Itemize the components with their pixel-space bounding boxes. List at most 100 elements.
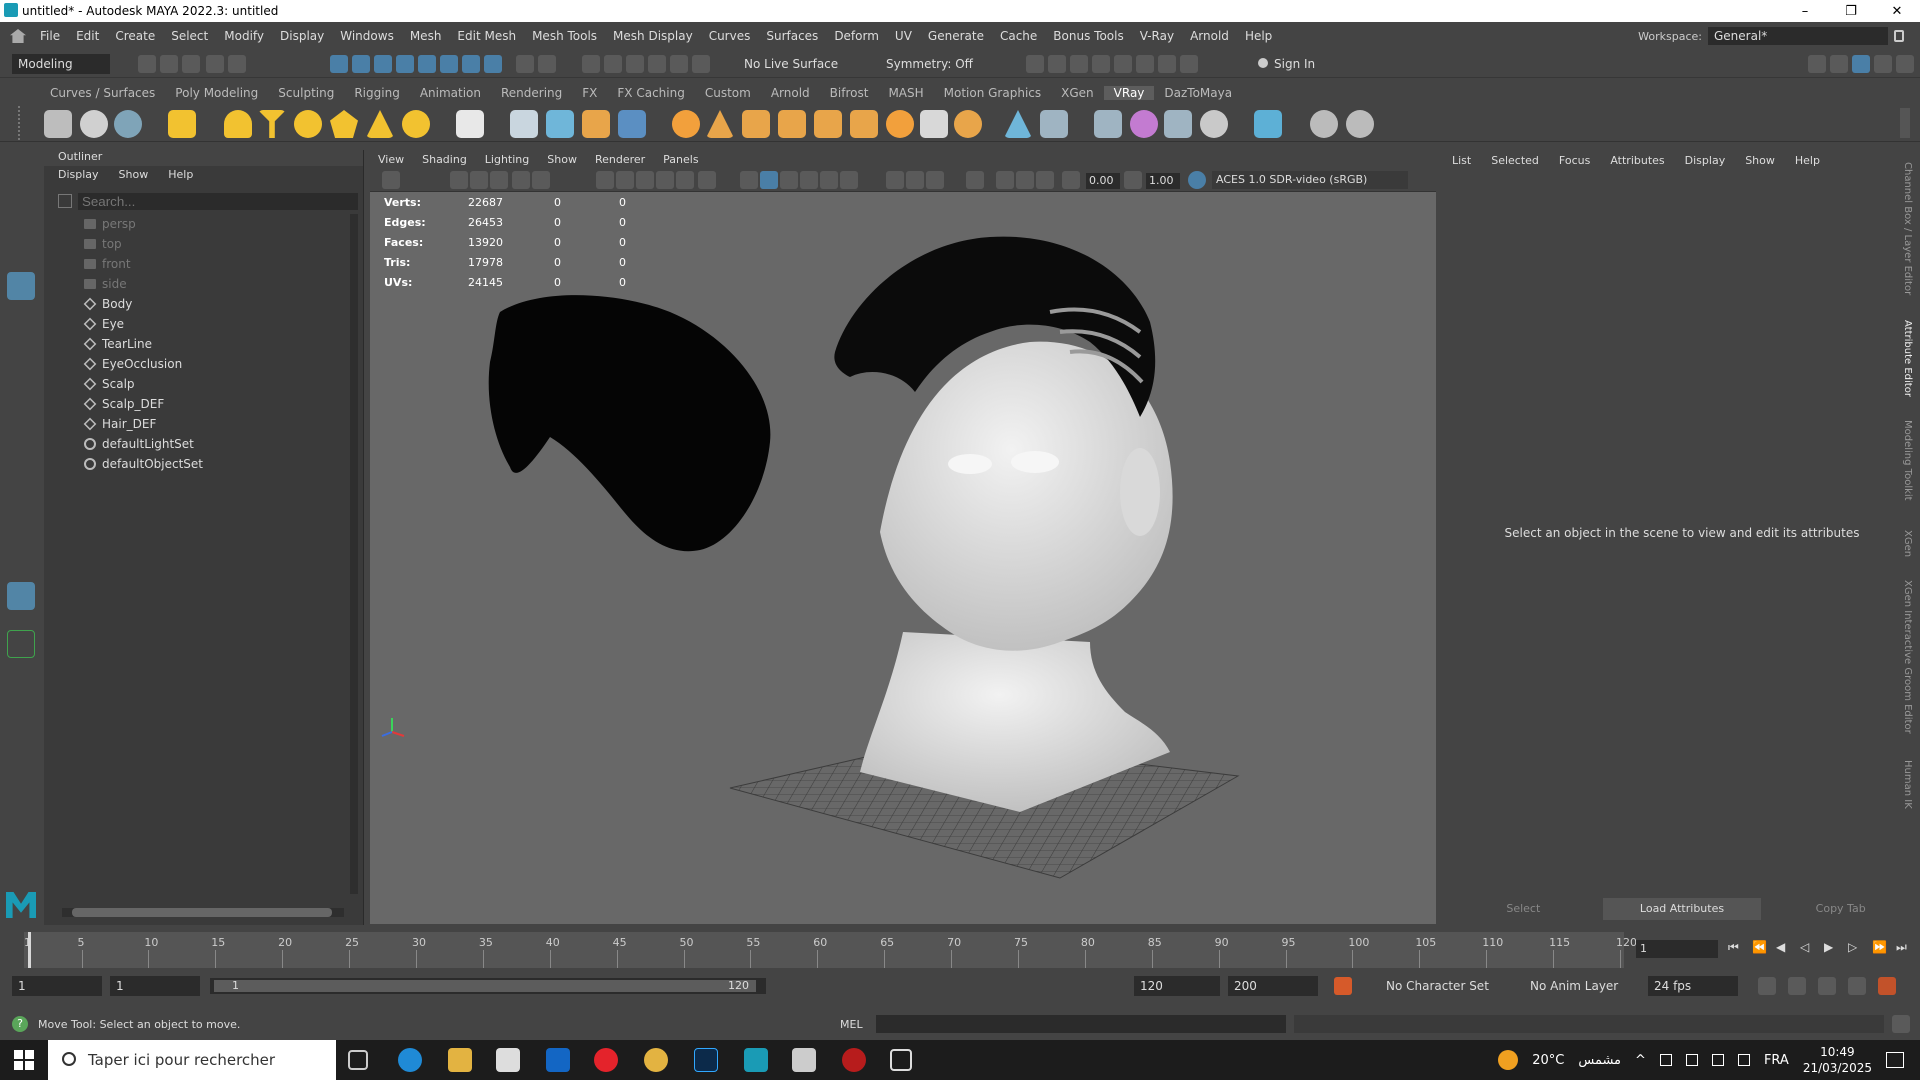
symmetry-field[interactable]: Symmetry: Off: [880, 54, 990, 74]
weather-condition[interactable]: مشمس: [1578, 1053, 1621, 1068]
shelf-tab-fx-caching[interactable]: FX Caching: [607, 86, 694, 100]
shelf-tab-arnold[interactable]: Arnold: [761, 86, 820, 100]
menu-mesh-tools[interactable]: Mesh Tools: [524, 29, 605, 43]
attr-menu-attributes[interactable]: Attributes: [1610, 154, 1664, 167]
vray-fur-grow-icon[interactable]: [742, 110, 770, 138]
save-scene-icon[interactable]: [182, 55, 200, 73]
shelf-tab-mash[interactable]: MASH: [878, 86, 933, 100]
load-attributes-button[interactable]: Load Attributes: [1602, 898, 1762, 920]
motion-blur-icon[interactable]: [906, 171, 924, 189]
vray-toon-icon[interactable]: [1200, 110, 1228, 138]
maximize-button[interactable]: ❐: [1828, 4, 1874, 19]
close-button[interactable]: ✕: [1874, 4, 1920, 19]
script-editor-icon[interactable]: [1892, 1015, 1910, 1033]
vray-dome-light-icon[interactable]: [224, 110, 252, 138]
weather-icon[interactable]: [1498, 1050, 1519, 1070]
use-all-lights-icon[interactable]: [820, 171, 838, 189]
volume-icon[interactable]: [1737, 1054, 1750, 1066]
vray-fur-icon[interactable]: [582, 110, 610, 138]
menu-create[interactable]: Create: [107, 29, 163, 43]
current-frame-indicator[interactable]: [28, 932, 31, 968]
tray-chevron-icon[interactable]: ^: [1635, 1053, 1646, 1068]
start-time-field[interactable]: 1: [12, 976, 102, 996]
gamma-icon[interactable]: [1124, 171, 1142, 189]
vray-sun-icon[interactable]: [402, 110, 430, 138]
vray-sky-icon[interactable]: [886, 110, 914, 138]
menu-deform[interactable]: Deform: [826, 29, 887, 43]
vray-render-icon[interactable]: [44, 110, 72, 138]
lasso-tool-icon[interactable]: [7, 200, 35, 228]
side-tab-attribute-editor[interactable]: Attribute Editor: [1902, 320, 1913, 397]
two-d-pan-icon[interactable]: [512, 171, 530, 189]
menu-uv[interactable]: UV: [887, 29, 920, 43]
attr-menu-focus[interactable]: Focus: [1559, 154, 1590, 167]
gamma-field[interactable]: 1.00: [1146, 173, 1180, 189]
outliner-item-defaultobjectset[interactable]: defaultObjectSet: [84, 454, 203, 474]
side-tab-modeling-toolkit[interactable]: Modeling Toolkit: [1902, 420, 1913, 501]
vray-clipper-icon[interactable]: [618, 110, 646, 138]
vray-material-icon[interactable]: [672, 110, 700, 138]
search-icon[interactable]: [7, 630, 35, 658]
render-view-icon[interactable]: [1026, 55, 1044, 73]
menu-arnold[interactable]: Arnold: [1182, 29, 1237, 43]
vray-multi-material-icon[interactable]: [1164, 110, 1192, 138]
anti-aliasing-icon[interactable]: [926, 171, 944, 189]
step-back-key-icon[interactable]: ⏪: [1752, 940, 1770, 958]
head-mesh[interactable]: [860, 341, 1173, 812]
xray-joints-icon[interactable]: [1016, 171, 1034, 189]
vray-displacement-icon[interactable]: [1040, 110, 1068, 138]
image-plane-icon[interactable]: [490, 171, 508, 189]
attr-menu-selected[interactable]: Selected: [1491, 154, 1539, 167]
character-set-dropdown[interactable]: No Character Set: [1380, 976, 1518, 996]
render-settings-icon[interactable]: [648, 55, 666, 73]
attr-menu-show[interactable]: Show: [1745, 154, 1775, 167]
safe-action-icon[interactable]: [698, 171, 716, 189]
outliner-item-defaultlightset[interactable]: defaultLightSet: [84, 434, 194, 454]
photoshop-icon[interactable]: [694, 1048, 718, 1072]
autodesk-access-icon[interactable]: [842, 1048, 866, 1072]
mel-label[interactable]: MEL: [840, 1018, 863, 1031]
vray-physical-camera-icon[interactable]: [1004, 110, 1032, 138]
menu-select[interactable]: Select: [163, 29, 216, 43]
select-by-component-icon[interactable]: [374, 55, 392, 73]
two-pane-icon[interactable]: [7, 544, 35, 572]
field-chart-icon[interactable]: [676, 171, 694, 189]
taskbar-search-box[interactable]: Taper ici pour rechercher: [48, 1040, 336, 1080]
workspace-dropdown[interactable]: General*: [1708, 27, 1888, 45]
menu-mesh[interactable]: Mesh: [402, 29, 450, 43]
shelf-tab-sculpting[interactable]: Sculpting: [268, 86, 344, 100]
show-render-settings-icon[interactable]: [1114, 55, 1132, 73]
grid-icon[interactable]: [596, 171, 614, 189]
time-slider-ruler[interactable]: 1510152025303540455055606570758085909510…: [24, 932, 1637, 968]
attr-menu-display[interactable]: Display: [1685, 154, 1726, 167]
select-by-hierarchy-icon[interactable]: [330, 55, 348, 73]
outliner-menu-help[interactable]: Help: [168, 168, 193, 184]
evaluation-icon[interactable]: [1878, 977, 1896, 995]
select-by-object-icon[interactable]: [352, 55, 370, 73]
vray-color-icon[interactable]: [1130, 110, 1158, 138]
outliner-item-persp[interactable]: persp: [84, 214, 136, 234]
vray-plane-icon[interactable]: [456, 110, 484, 138]
shelf-scroll-icon[interactable]: [1900, 108, 1910, 138]
vray-ipr-icon[interactable]: [80, 110, 108, 138]
pause-icon[interactable]: [1180, 55, 1198, 73]
shelf-tab-bifrost[interactable]: Bifrost: [820, 86, 879, 100]
edge-browser-icon[interactable]: [398, 1048, 422, 1072]
render-setup-icon[interactable]: [692, 55, 710, 73]
viewport-menu-shading[interactable]: Shading: [422, 153, 467, 166]
three-d-viewer-icon[interactable]: [890, 1049, 912, 1071]
tool-settings-toggle-icon[interactable]: [1874, 55, 1892, 73]
viewport-menu-lighting[interactable]: Lighting: [485, 153, 529, 166]
vray-logo-icon[interactable]: [1346, 110, 1374, 138]
viewport-menu-view[interactable]: View: [378, 153, 404, 166]
ambient-occlusion-icon[interactable]: [886, 171, 904, 189]
wifi-icon[interactable]: [1711, 1054, 1724, 1066]
vray-rect-light-icon[interactable]: [258, 110, 286, 138]
home-icon[interactable]: [10, 29, 26, 43]
fps-dropdown[interactable]: 24 fps: [1648, 976, 1738, 996]
menu-generate[interactable]: Generate: [920, 29, 992, 43]
outliner-item-body[interactable]: Body: [83, 294, 132, 314]
select-camera-icon[interactable]: [382, 171, 400, 189]
backface-culling-icon[interactable]: [1036, 171, 1054, 189]
render-frame-icon[interactable]: [604, 55, 622, 73]
